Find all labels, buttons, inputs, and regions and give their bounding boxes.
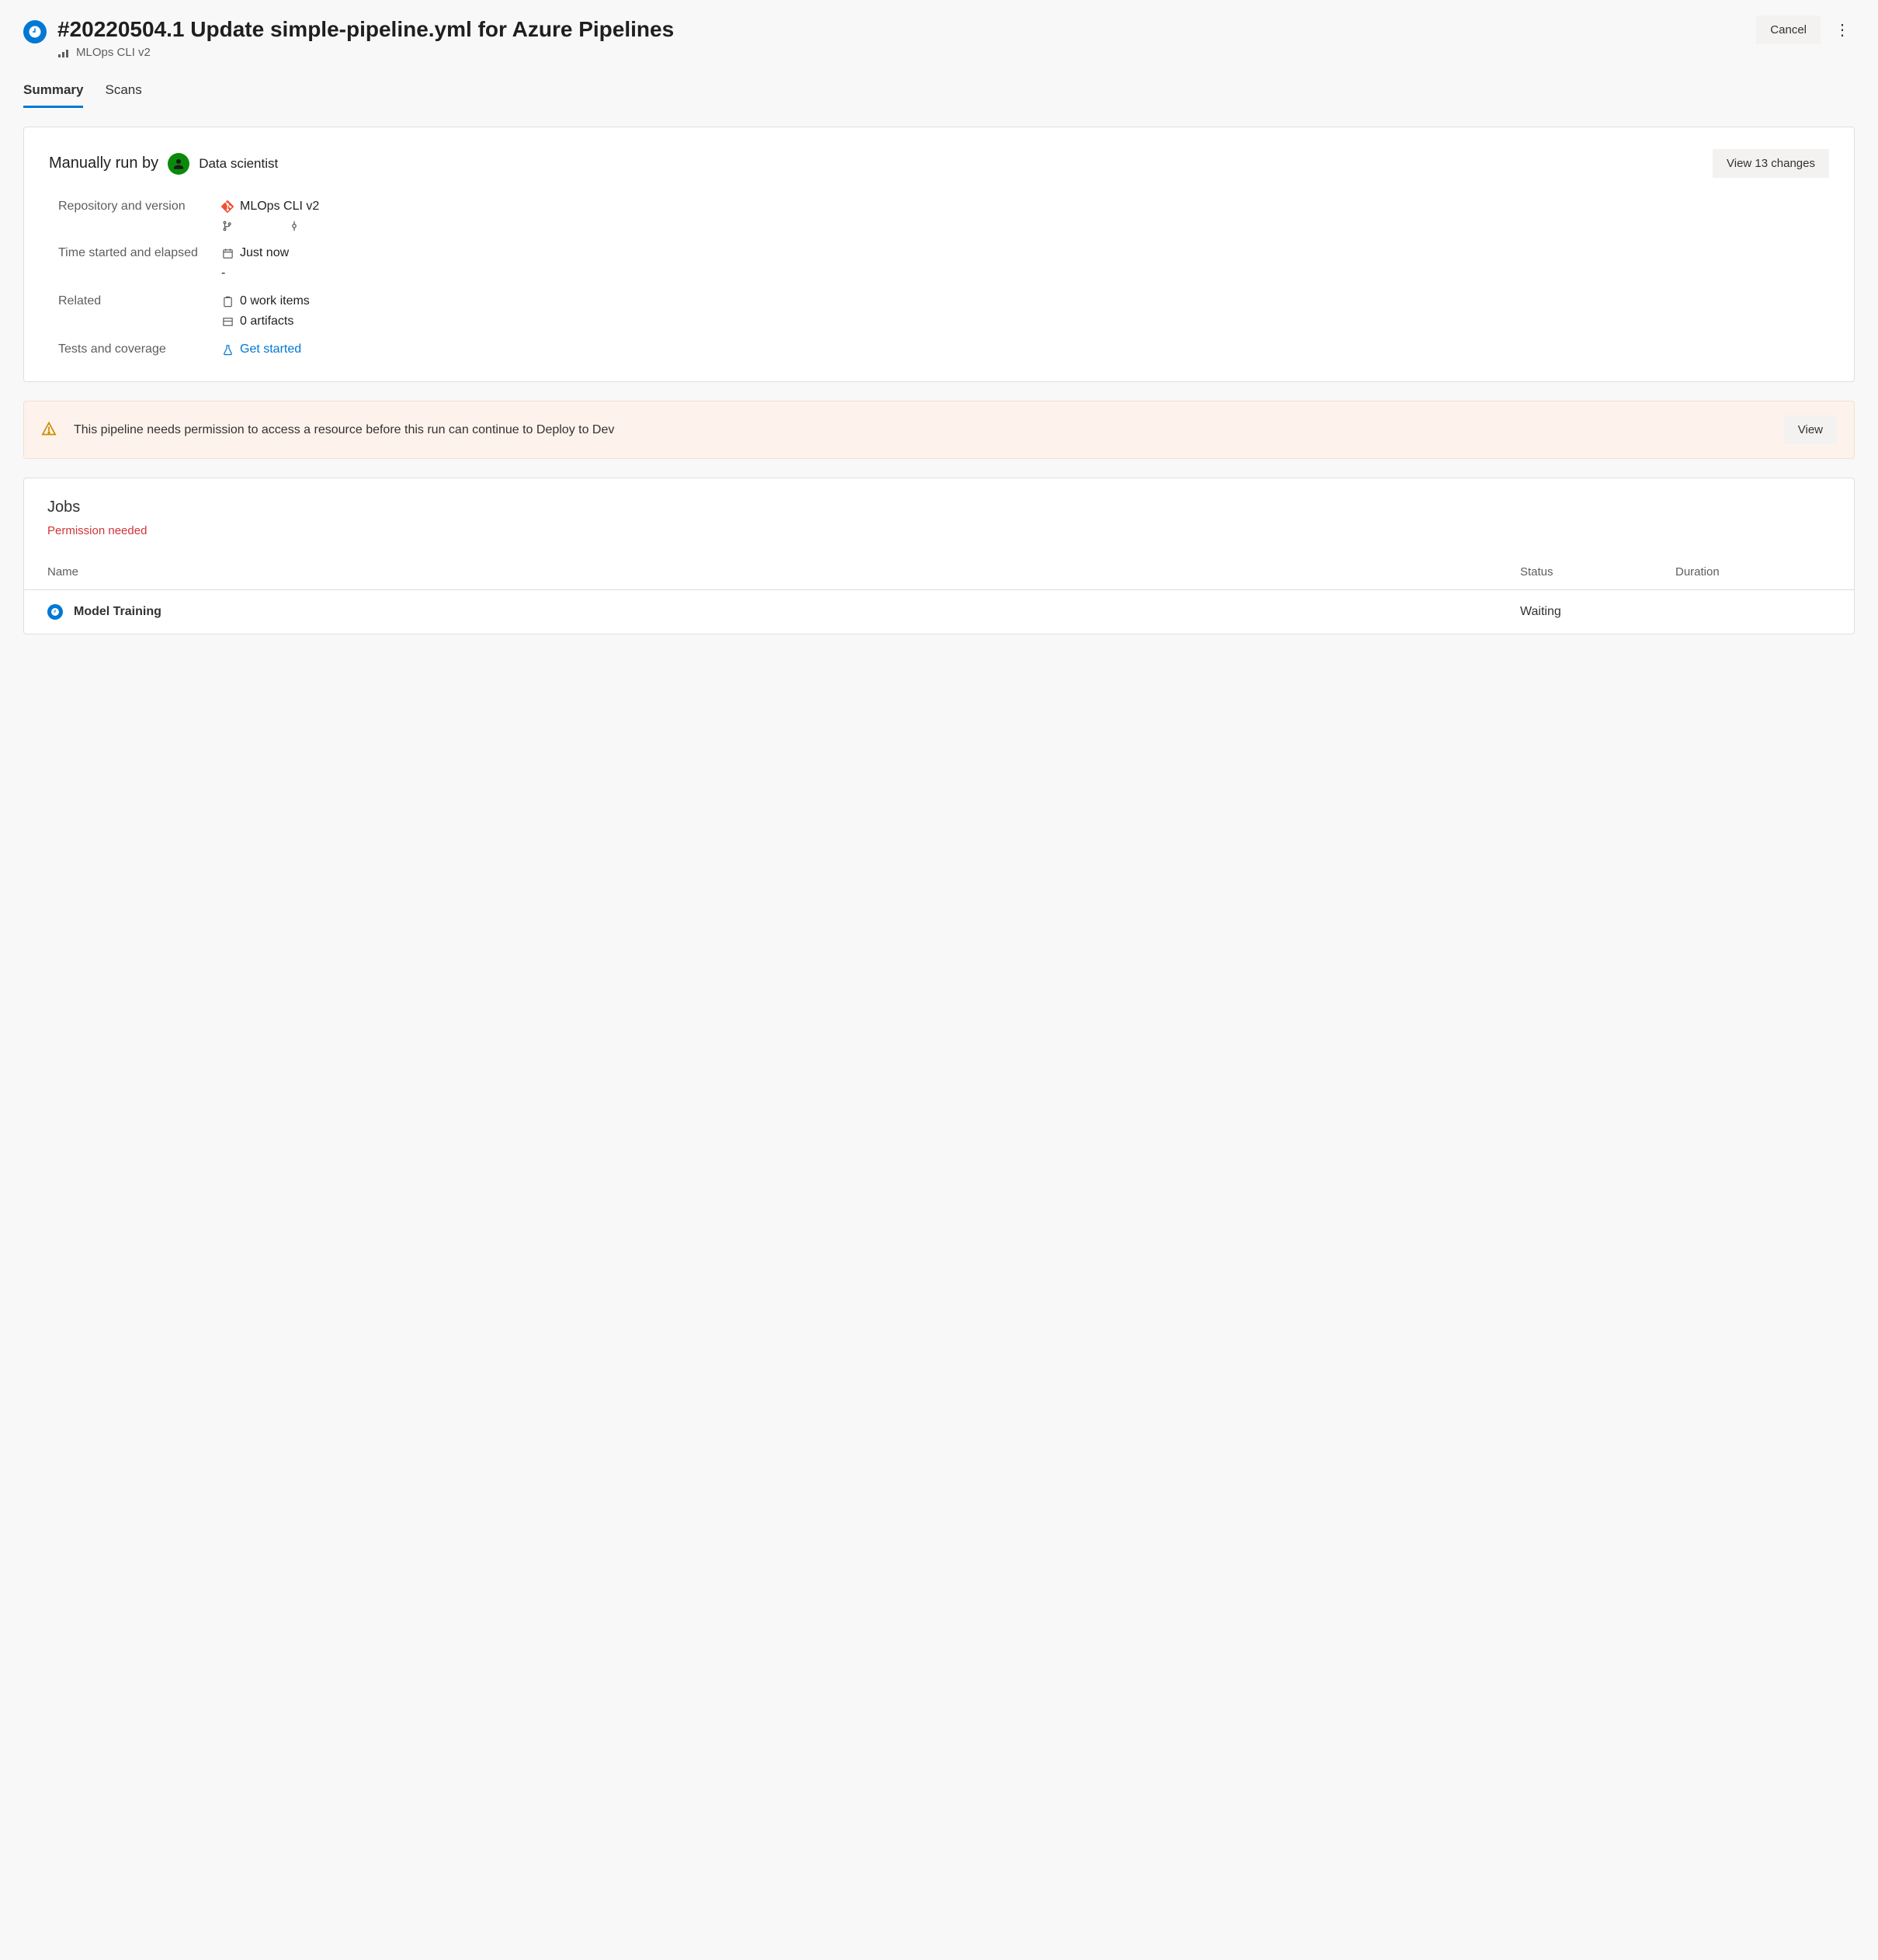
repo-name: MLOps CLI v2: [240, 200, 319, 214]
flask-icon: [221, 343, 234, 356]
tab-scans[interactable]: Scans: [105, 82, 141, 108]
clipboard-icon: [221, 295, 234, 308]
alert-message: This pipeline needs permission to access…: [74, 421, 1767, 439]
clock-icon: [23, 20, 47, 43]
run-by-user: Data scientist: [199, 156, 278, 172]
clock-icon: [47, 604, 63, 620]
artifacts[interactable]: 0 artifacts: [240, 315, 293, 328]
jobs-card: Jobs Permission needed Name Status Durat…: [23, 478, 1855, 634]
jobs-title: Jobs: [47, 499, 1831, 516]
tests-get-started-link[interactable]: Get started: [240, 342, 301, 356]
view-changes-button[interactable]: View 13 changes: [1713, 149, 1829, 178]
col-status: Status: [1520, 565, 1675, 579]
tests-label: Tests and coverage: [58, 342, 206, 356]
work-items[interactable]: 0 work items: [240, 294, 310, 308]
more-actions-button[interactable]: ⋮: [1830, 18, 1855, 43]
avatar: [168, 153, 189, 175]
package-icon: [221, 315, 234, 328]
kebab-icon: ⋮: [1835, 20, 1850, 40]
jobs-table-header: Name Status Duration: [24, 558, 1854, 590]
table-row[interactable]: Model Training Waiting: [24, 590, 1854, 634]
tab-summary[interactable]: Summary: [23, 82, 83, 108]
col-name: Name: [47, 565, 1520, 579]
run-by-label: Manually run by: [49, 155, 158, 172]
job-status: Waiting: [1520, 605, 1675, 619]
repo-label: Repository and version: [58, 200, 206, 232]
pipeline-name: MLOps CLI v2: [76, 46, 151, 59]
git-icon: [221, 200, 234, 213]
calendar-icon: [221, 247, 234, 259]
job-name: Model Training: [74, 605, 161, 619]
pipeline-icon: [57, 47, 70, 59]
page-header: #20220504.1 Update simple-pipeline.yml f…: [23, 16, 1855, 59]
permission-needed-text: Permission needed: [47, 524, 1831, 537]
warning-icon: [41, 421, 57, 439]
time-elapsed: -: [221, 266, 1829, 280]
alert-view-button[interactable]: View: [1784, 415, 1837, 444]
related-label: Related: [58, 294, 206, 328]
summary-card: Manually run by Data scientist View 13 c…: [23, 127, 1855, 382]
permission-alert: This pipeline needs permission to access…: [23, 401, 1855, 459]
commit-icon: [288, 220, 300, 232]
cancel-button[interactable]: Cancel: [1756, 16, 1821, 44]
branch-icon: [221, 220, 234, 232]
page-title: #20220504.1 Update simple-pipeline.yml f…: [57, 16, 1745, 43]
col-duration: Duration: [1675, 565, 1831, 579]
time-started: Just now: [240, 246, 289, 260]
time-label: Time started and elapsed: [58, 246, 206, 280]
tab-bar: Summary Scans: [23, 82, 1855, 108]
